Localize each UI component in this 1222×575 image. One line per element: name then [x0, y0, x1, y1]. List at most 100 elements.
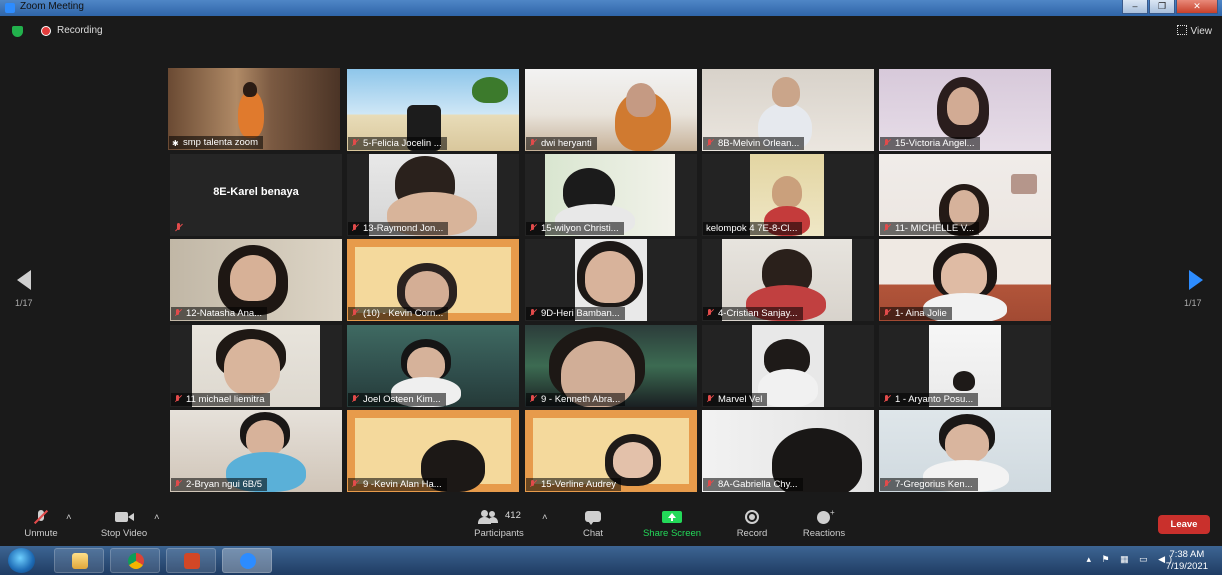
maximize-button[interactable]: ❐ — [1149, 0, 1175, 14]
windows-start-icon[interactable] — [8, 548, 35, 573]
participant-name: 8A-Gabriella Chy... — [703, 478, 803, 491]
muted-mic-icon — [351, 480, 359, 488]
close-button[interactable]: ✕ — [1176, 0, 1218, 14]
muted-mic-icon — [529, 309, 537, 317]
muted-mic-icon — [174, 395, 182, 403]
participant-name: (10) - Kevin Corn... — [348, 307, 449, 320]
muted-mic-icon — [351, 139, 359, 147]
stop-video-label: Stop Video — [100, 528, 148, 539]
video-tile[interactable]: 15-Victoria Angel... — [879, 69, 1051, 151]
taskbar-clock[interactable]: 7:38 AM 7/19/2021 — [1166, 549, 1208, 573]
meeting-top-bar: Recording View — [0, 16, 1222, 46]
participant-name: 11- MICHELLE V... — [880, 222, 980, 235]
share-screen-icon — [661, 510, 683, 524]
video-tile[interactable]: 2-Bryan ngui 6B/5 — [170, 410, 342, 492]
participant-name: 11 michael liemitra — [171, 393, 270, 406]
recording-indicator[interactable]: Recording — [57, 25, 103, 36]
stop-video-button[interactable]: Stop Video — [96, 510, 152, 539]
video-tile[interactable]: 8B-Melvin Orlean... — [702, 69, 874, 151]
taskbar-file-explorer[interactable] — [54, 548, 104, 573]
participants-label: Participants — [474, 528, 524, 539]
muted-mic-icon — [883, 139, 891, 147]
video-tile[interactable]: 1- Aina Jolie — [879, 239, 1051, 321]
shield-icon[interactable] — [12, 26, 23, 37]
participants-button[interactable]: 412 Participants — [470, 510, 528, 539]
muted-mic-icon — [351, 224, 359, 232]
participant-name-placeholder: 8E-Karel benaya — [213, 186, 299, 198]
participant-name: 9 - Kenneth Abra... — [526, 393, 626, 406]
reactions-button[interactable]: + Reactions — [798, 508, 850, 539]
muted-mic-icon — [174, 223, 184, 233]
participant-name: 12-Natasha Ana... — [171, 307, 268, 320]
chrome-icon — [128, 553, 144, 569]
video-tile[interactable]: 1 - Aryanto Posu... — [879, 325, 1051, 407]
participant-name: 5-Felicia Jocelin ... — [348, 137, 447, 150]
participant-name: 15-wilyon Christi... — [526, 222, 624, 235]
video-options-chevron-icon[interactable]: ˄ — [154, 512, 160, 523]
video-tile[interactable]: 12-Natasha Ana... — [170, 239, 342, 321]
windows-taskbar: ▴ ⚑ ▦ ▭ ◀) 7:38 AM 7/19/2021 — [0, 546, 1222, 575]
video-tile[interactable]: 15-wilyon Christi... — [525, 154, 697, 236]
video-tile[interactable]: Marvel Vel — [702, 325, 874, 407]
muted-mic-icon — [174, 480, 182, 488]
page-indicator-left: 1/17 — [15, 298, 33, 308]
muted-mic-icon — [529, 395, 537, 403]
participant-name: 1- Aina Jolie — [880, 307, 952, 320]
record-dot-icon — [41, 26, 51, 36]
video-tile[interactable]: 13-Raymond Jon... — [347, 154, 519, 236]
record-label: Record — [736, 528, 768, 539]
minimize-button[interactable]: – — [1122, 0, 1148, 14]
video-tile[interactable]: 4-Cristian Sanjay... — [702, 239, 874, 321]
participants-options-chevron-icon[interactable]: ˄ — [542, 512, 548, 523]
audio-options-chevron-icon[interactable]: ˄ — [66, 512, 72, 523]
share-screen-button[interactable]: Share Screen — [638, 510, 706, 539]
record-button[interactable]: Record — [734, 510, 770, 539]
participant-name: Marvel Vel — [703, 393, 768, 406]
next-page-arrow-icon[interactable] — [1189, 270, 1203, 290]
taskbar-chrome[interactable] — [110, 548, 160, 573]
video-tile[interactable]: Joel Osteen Kim... — [347, 325, 519, 407]
taskbar-zoom[interactable] — [222, 548, 272, 573]
unmute-label: Unmute — [24, 528, 58, 539]
participant-name: dwi heryanti — [526, 137, 597, 150]
muted-mic-icon — [883, 395, 891, 403]
video-tile[interactable]: 9 - Kenneth Abra... — [525, 325, 697, 407]
pin-icon: ✱ — [172, 139, 179, 148]
video-tile[interactable]: kelompok 4 7E-8-Cl... — [702, 154, 874, 236]
chat-label: Chat — [582, 528, 604, 539]
video-tile[interactable]: 9 -Kevin Alan Ha... — [347, 410, 519, 492]
window-title-bar: Zoom Meeting – ❐ ✕ — [0, 0, 1222, 16]
video-tile[interactable]: 9D-Heri Bamban... — [525, 239, 697, 321]
video-tile[interactable]: 8E-Karel benaya — [170, 154, 342, 236]
muted-mic-icon — [883, 309, 891, 317]
unmute-button[interactable]: Unmute — [18, 509, 64, 539]
system-tray-icons[interactable]: ▴ ⚑ ▦ ▭ ◀) — [1086, 554, 1176, 565]
leave-button[interactable]: Leave — [1158, 515, 1210, 534]
participant-name: 15-Victoria Angel... — [880, 137, 980, 150]
grid-icon — [1176, 25, 1187, 35]
share-screen-label: Share Screen — [642, 528, 702, 539]
video-tile[interactable]: (10) - Kevin Corn... — [347, 239, 519, 321]
video-tile[interactable]: 8A-Gabriella Chy... — [702, 410, 874, 492]
view-label: View — [1190, 26, 1213, 37]
video-tile[interactable]: dwi heryanti — [525, 69, 697, 151]
clock-time: 7:38 AM — [1169, 549, 1205, 560]
view-button[interactable]: View — [1176, 25, 1213, 37]
muted-mic-icon — [351, 309, 359, 317]
participants-count: 412 — [505, 510, 521, 521]
taskbar-powerpoint[interactable] — [166, 548, 216, 573]
video-tile[interactable]: 11 michael liemitra — [170, 325, 342, 407]
video-tile[interactable]: 7-Gregorius Ken... — [879, 410, 1051, 492]
reactions-label: Reactions — [802, 528, 846, 539]
muted-mic-icon — [706, 139, 714, 147]
muted-mic-icon — [883, 480, 891, 488]
video-tile[interactable]: ✱ smp talenta zoom — [168, 68, 340, 150]
muted-mic-icon — [529, 480, 537, 488]
video-tile[interactable]: 11- MICHELLE V... — [879, 154, 1051, 236]
previous-page-arrow-icon[interactable] — [17, 270, 31, 290]
chat-button[interactable]: Chat — [578, 510, 608, 539]
video-tile[interactable]: 15-Verline Audrey — [525, 410, 697, 492]
powerpoint-icon — [184, 553, 200, 569]
muted-mic-icon — [529, 224, 537, 232]
video-tile[interactable]: 5-Felicia Jocelin ... — [347, 69, 519, 151]
